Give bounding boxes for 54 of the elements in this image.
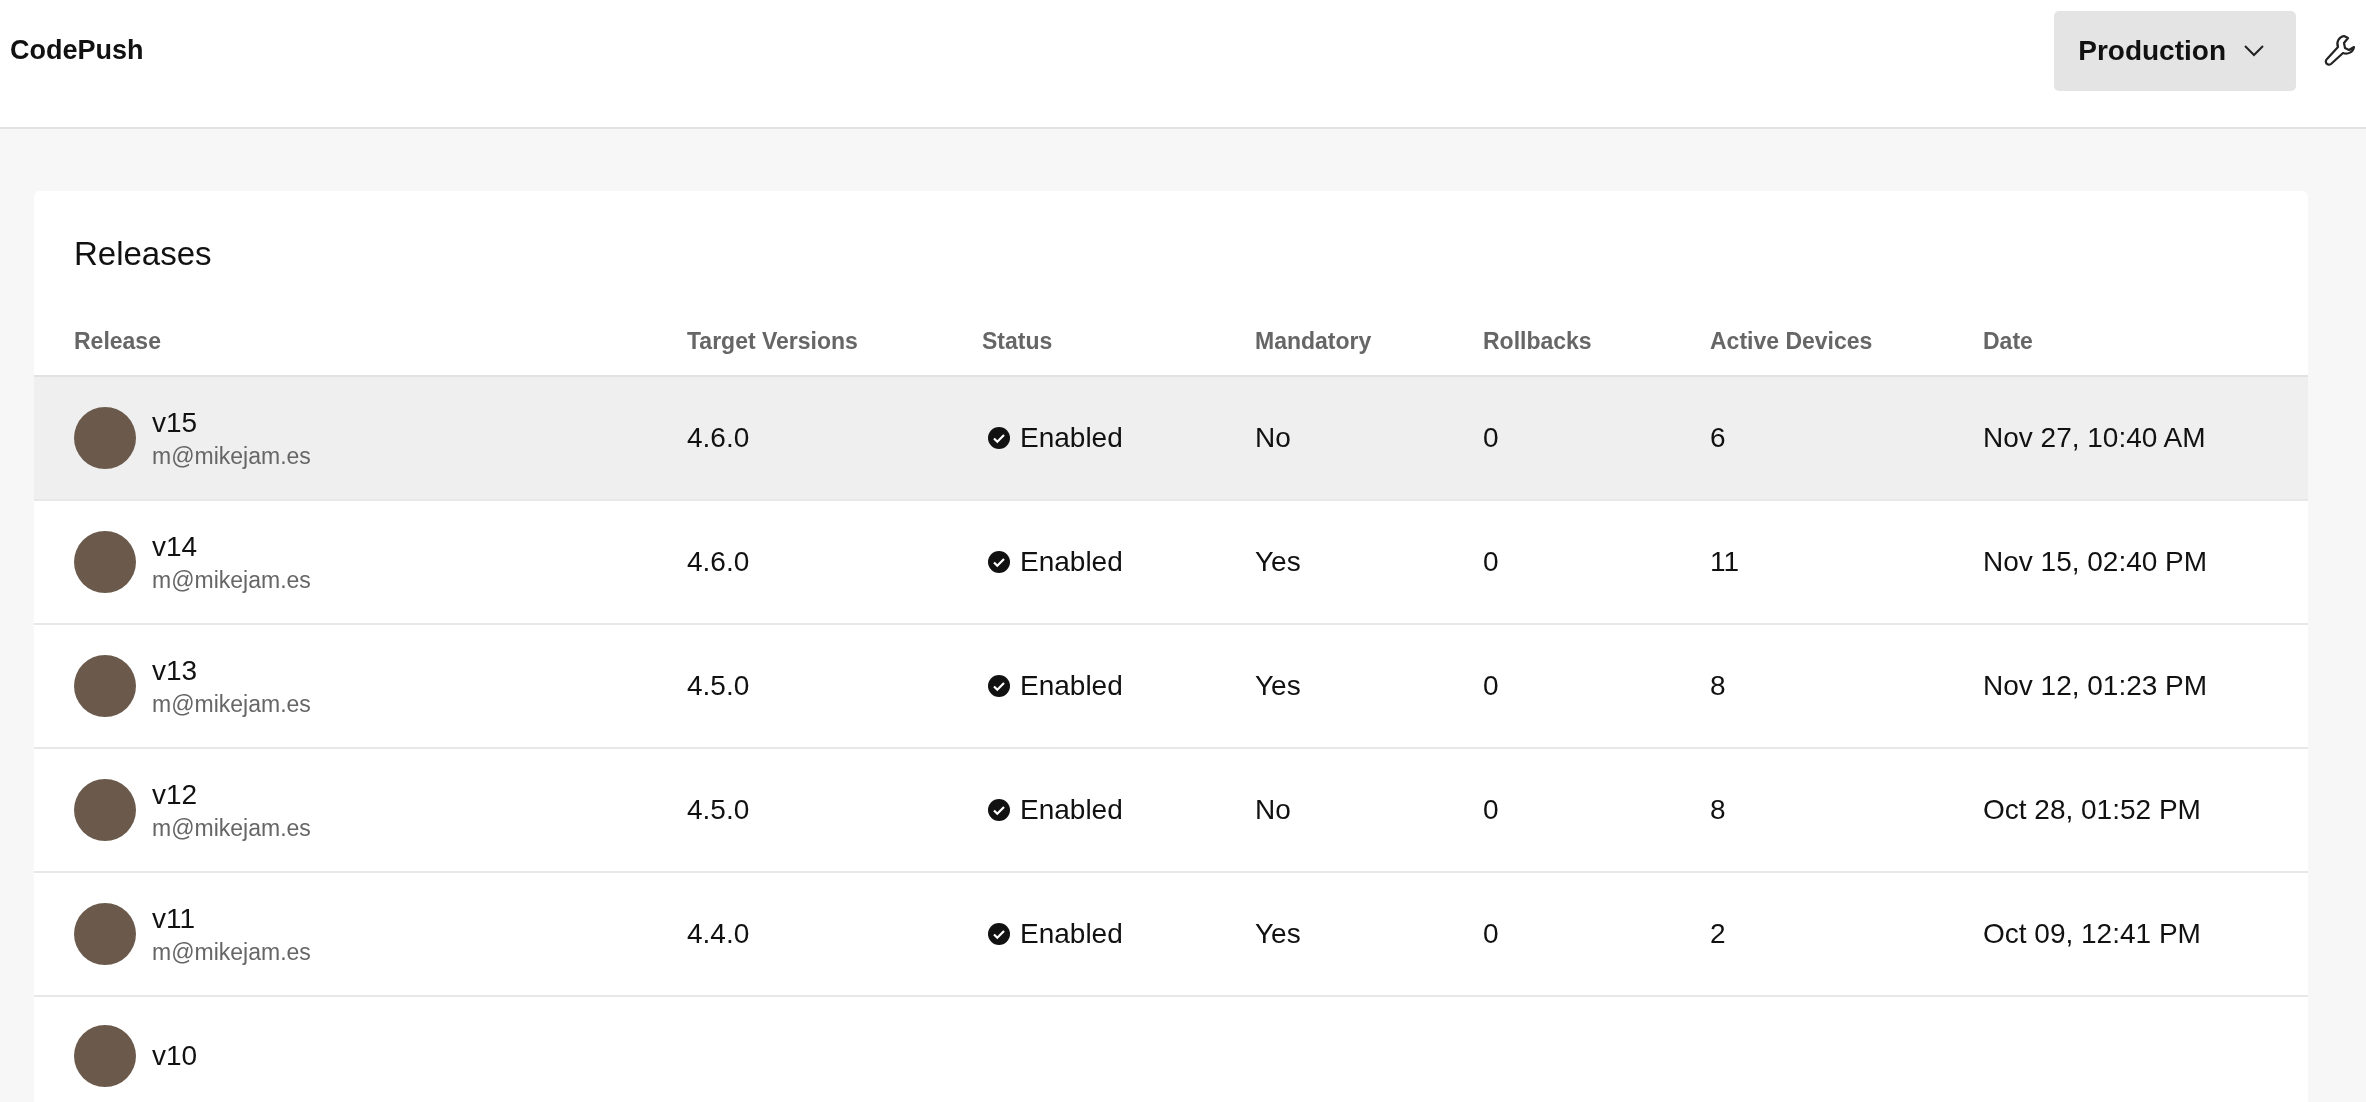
author-email: m@mikejam.es: [152, 566, 311, 594]
target-version: 4.5.0: [687, 670, 751, 702]
date-cell-text: Oct 09, 12:41 PM: [1983, 918, 2202, 950]
date-cell-text: Nov 27, 10:40 AM: [1983, 422, 2207, 454]
date-cell-text: Oct 28, 01:52 PM: [1983, 794, 2202, 826]
mandatory-cell-text: Yes: [1255, 546, 1302, 578]
active-devices-cell-text: 2: [1710, 918, 1727, 950]
environment-dropdown[interactable]: Production: [2054, 10, 2296, 91]
release-label: v10: [152, 1040, 198, 1072]
author-email: m@mikejam.es: [152, 442, 311, 470]
active-devices-cell-text: 6: [1710, 422, 1727, 454]
release-label: v14: [152, 530, 199, 563]
release-row[interactable]: v15 m@mikejam.es 4.6.0 Enabled No 0 6 Nov 27, 10:40 AM: [34, 377, 2308, 501]
target-version: 4.6.0: [687, 422, 751, 454]
status-text: Enabled: [1020, 670, 1123, 702]
target-version: 4.5.0: [687, 794, 751, 826]
column-header: Status: [982, 327, 1054, 355]
mandatory-cell-text: Yes: [1255, 918, 1302, 950]
active-devices-cell-text: 8: [1710, 794, 1727, 826]
card-title: Releases: [73, 234, 213, 274]
status-text: Enabled: [1020, 546, 1123, 578]
target-version: 4.4.0: [687, 918, 751, 950]
rollbacks-cell-text: 0: [1483, 546, 1500, 578]
author-email: m@mikejam.es: [152, 690, 311, 718]
status-text: Enabled: [1020, 794, 1123, 826]
release-label: v12: [152, 778, 199, 811]
column-header: Target Versions: [687, 327, 859, 355]
date-cell-text: Nov 12, 01:23 PM: [1983, 670, 2209, 702]
column-header: Date: [1983, 327, 2034, 355]
author-email: m@mikejam.es: [152, 814, 311, 842]
mandatory-cell-text: No: [1255, 422, 1292, 454]
rollbacks-cell-text: 0: [1483, 794, 1500, 826]
chevron-down-icon: [2244, 44, 2264, 57]
mandatory-cell-text: Yes: [1255, 670, 1302, 702]
release-label: v11: [152, 902, 197, 935]
status-text: Enabled: [1020, 422, 1123, 454]
status-text: Enabled: [1020, 918, 1123, 950]
active-devices-cell-text: 8: [1710, 670, 1727, 702]
date-cell-text: Nov 15, 02:40 PM: [1983, 546, 2209, 578]
column-header: Rollbacks: [1483, 327, 1593, 355]
release-label: v13: [152, 654, 199, 687]
author-email: m@mikejam.es: [152, 938, 311, 966]
wrench-icon[interactable]: [2324, 33, 2356, 68]
target-version: 4.6.0: [687, 546, 751, 578]
rollbacks-cell-text: 0: [1483, 918, 1500, 950]
rollbacks-cell-text: 0: [1483, 670, 1500, 702]
app-title: CodePush: [10, 35, 144, 66]
rollbacks-cell-text: 0: [1483, 422, 1500, 454]
column-header: Mandatory: [1255, 327, 1373, 355]
release-label: v15: [152, 406, 199, 439]
mandatory-cell-text: No: [1255, 794, 1292, 826]
column-header: Active Devices: [1710, 327, 1874, 355]
active-devices-cell-text: 11: [1710, 546, 1741, 578]
column-header: Release: [74, 327, 162, 355]
